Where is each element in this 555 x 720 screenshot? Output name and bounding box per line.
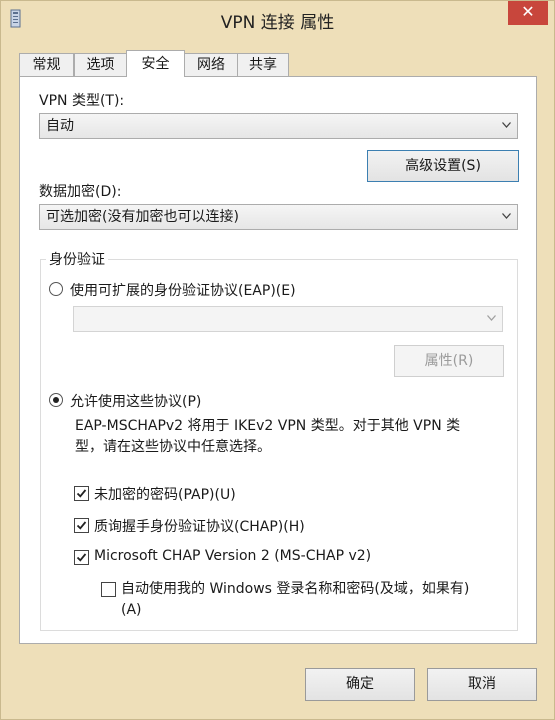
- ok-button[interactable]: 确定: [305, 668, 415, 701]
- advanced-settings-button[interactable]: 高级设置(S): [367, 150, 519, 182]
- checkmark-icon: [76, 553, 87, 562]
- mschapv2-label[interactable]: Microsoft CHAP Version 2 (MS-CHAP v2): [94, 548, 371, 564]
- vpn-type-label: VPN 类型(T):: [39, 93, 125, 109]
- chevron-down-icon: [487, 315, 496, 321]
- encryption-label: 数据加密(D):: [39, 184, 122, 200]
- encryption-select[interactable]: 可选加密(没有加密也可以连接): [39, 204, 518, 230]
- security-panel: VPN 类型(T): 自动 高级设置(S) 数据加密(D): 可选加密(没有加密…: [19, 76, 537, 644]
- mschapv2-checkbox[interactable]: [74, 550, 89, 565]
- vpn-type-select[interactable]: 自动: [39, 113, 518, 139]
- radio-selected-dot: [53, 397, 59, 403]
- pap-checkbox[interactable]: [74, 486, 89, 501]
- auto-windows-login-label-line-2[interactable]: (A): [121, 600, 142, 621]
- eap-method-select[interactable]: [73, 306, 503, 332]
- eap-radio[interactable]: [49, 282, 63, 296]
- tab-security[interactable]: 安全: [126, 50, 185, 77]
- chevron-down-icon: [502, 213, 511, 219]
- close-icon: ✕: [521, 2, 535, 21]
- auto-windows-login-checkbox[interactable]: [101, 582, 116, 597]
- properties-window: VPN 连接 属性 ✕ 常规 选项 安全 网络 共享 VPN 类型(T): 自动…: [0, 0, 555, 720]
- allow-protocols-label[interactable]: 允许使用这些协议(P): [70, 391, 201, 411]
- tab-networking[interactable]: 网络: [184, 53, 238, 76]
- protocols-description-line-1: EAP-MSCHAPv2 将用于 IKEv2 VPN 类型。对于其他 VPN 类: [75, 418, 461, 434]
- allow-protocols-radio[interactable]: [49, 393, 63, 407]
- authentication-group-title: 身份验证: [46, 249, 108, 269]
- protocols-description-line-2: 型，请在这些协议中任意选择。: [75, 439, 271, 455]
- eap-radio-label[interactable]: 使用可扩展的身份验证协议(EAP)(E): [70, 280, 296, 300]
- tab-sharing[interactable]: 共享: [237, 53, 289, 76]
- title-bar[interactable]: VPN 连接 属性 ✕: [1, 1, 554, 37]
- tab-general[interactable]: 常规: [19, 53, 74, 76]
- eap-properties-button[interactable]: 属性(R): [394, 345, 504, 377]
- chap-label[interactable]: 质询握手身份验证协议(CHAP)(H): [94, 516, 305, 536]
- checkmark-icon: [76, 489, 87, 498]
- chevron-down-icon: [502, 122, 511, 128]
- vpn-type-value: 自动: [46, 118, 74, 134]
- tab-options[interactable]: 选项: [74, 53, 127, 76]
- window-title: VPN 连接 属性: [220, 13, 335, 33]
- cancel-button[interactable]: 取消: [427, 668, 537, 701]
- auto-windows-login-label-line-1[interactable]: 自动使用我的 Windows 登录名称和密码(及域，如果有): [121, 579, 469, 600]
- close-button[interactable]: ✕: [508, 1, 548, 25]
- pap-label[interactable]: 未加密的密码(PAP)(U): [94, 484, 236, 504]
- encryption-value: 可选加密(没有加密也可以连接): [46, 209, 239, 225]
- checkmark-icon: [76, 521, 87, 530]
- chap-checkbox[interactable]: [74, 518, 89, 533]
